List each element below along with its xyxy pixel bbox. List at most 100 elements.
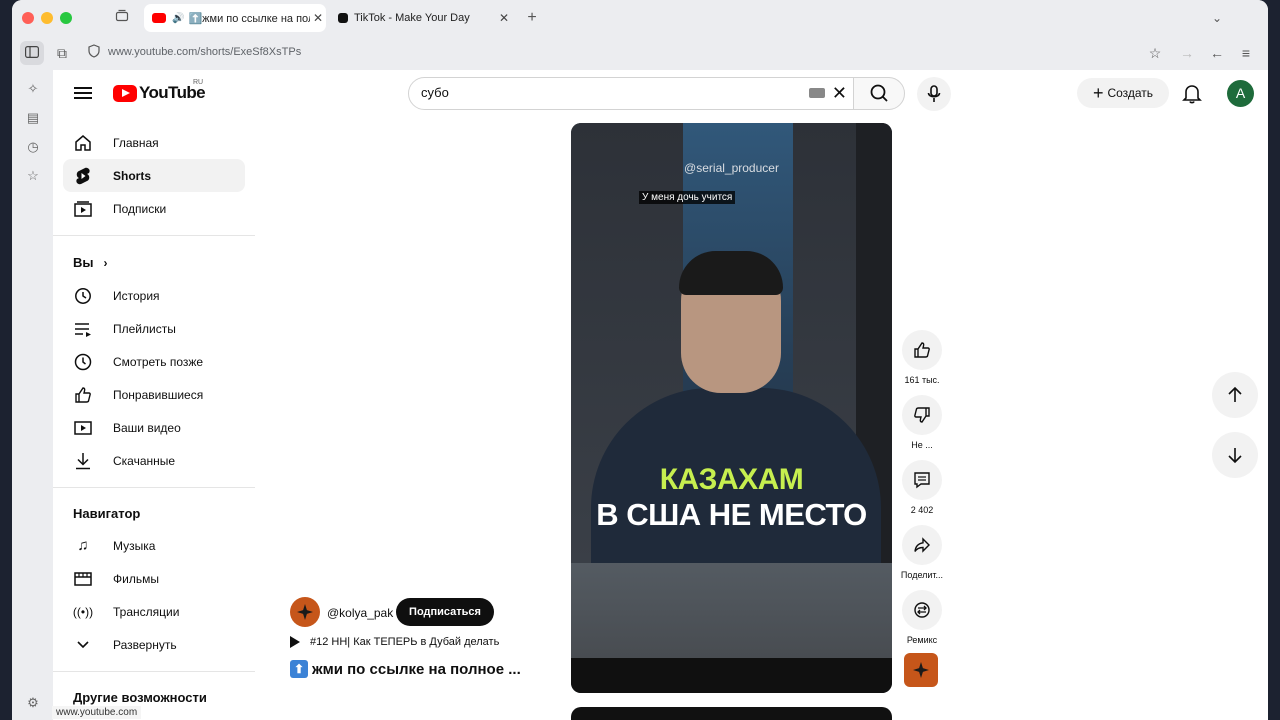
playlist-title: #12 НН| Как ТЕПЕРЬ в Дубай делать <box>310 636 500 648</box>
video-subtitle: У меня дочь учится <box>639 191 736 204</box>
tab-bar: 🔊 ⬆️жми по ссылке на полное ... ✕ TikTok… <box>12 0 1268 36</box>
ai-sparkle-icon[interactable]: ✧ <box>24 80 42 98</box>
extensions-icon[interactable]: ⧉ <box>50 41 74 65</box>
live-icon: ((•)) <box>72 604 94 619</box>
up-arrow-emoji-icon: ⬆ <box>290 660 308 678</box>
address-bar-row: ⧉ www.youtube.com/shorts/ExeSf8XsTPs ☆ →… <box>12 36 1268 70</box>
history-icon[interactable]: ◷ <box>24 138 42 156</box>
close-tab-icon[interactable]: ✕ <box>310 11 326 25</box>
search-button[interactable] <box>853 77 905 110</box>
sidebar-item-live[interactable]: ((•)) Трансляции <box>63 595 245 628</box>
comment-count: 2 402 <box>910 505 934 515</box>
tab-list-chevron-icon[interactable]: ⌄ <box>1208 9 1226 27</box>
play-icon <box>290 636 300 648</box>
search-input[interactable] <box>421 85 781 100</box>
back-icon[interactable]: ← <box>1205 41 1229 65</box>
sidebar-item-home[interactable]: Главная <box>63 126 245 159</box>
search-box[interactable]: ✕ <box>408 77 854 110</box>
divider <box>53 235 255 236</box>
playlists-icon <box>73 319 93 339</box>
youtube-play-icon <box>113 84 137 102</box>
channel-avatar[interactable] <box>290 597 320 627</box>
remix-icon[interactable] <box>902 590 942 630</box>
sidebar-item-label: Shorts <box>113 168 152 183</box>
youtube-page: YouTube RU ✕ + Создать A Главная <box>53 70 1268 720</box>
share-icon[interactable] <box>902 525 942 565</box>
voice-search-button[interactable] <box>917 77 951 111</box>
forward-icon[interactable]: → <box>1175 41 1199 65</box>
sidebar-item-label: Трансляции <box>113 604 180 619</box>
tab-youtube[interactable]: 🔊 ⬆️жми по ссылке на полное ... ✕ <box>144 4 326 32</box>
previous-short-button[interactable] <box>1212 372 1258 418</box>
notifications-bell-icon[interactable] <box>1181 82 1203 104</box>
sidebar-item-label: Музыка <box>113 538 156 553</box>
hamburger-menu-icon[interactable] <box>73 84 93 104</box>
country-code: RU <box>193 79 204 86</box>
like-action[interactable]: 161 тыс. <box>899 330 945 385</box>
channel-logo-icon <box>913 662 929 678</box>
sidebar-item-watch-later[interactable]: Смотреть позже <box>63 345 245 378</box>
tab-tiktok[interactable]: TikTok - Make Your Day ✕ <box>330 4 512 32</box>
video-caption-line2: В США НЕ МЕСТО <box>596 497 867 532</box>
you-section-header[interactable]: Вы › <box>63 246 245 279</box>
channel-avatar-side[interactable] <box>904 653 938 687</box>
minimize-window-button[interactable] <box>41 12 53 24</box>
tab-overview-icon[interactable] <box>113 9 131 27</box>
share-label: Поделит... <box>900 570 944 580</box>
new-tab-icon[interactable]: + <box>523 9 541 27</box>
create-button[interactable]: + Создать <box>1077 78 1169 108</box>
remix-action[interactable]: Ремикс <box>899 590 945 645</box>
site-info-shield-icon[interactable] <box>82 41 106 65</box>
reading-list-icon[interactable]: ▤ <box>24 109 42 127</box>
home-icon <box>73 133 93 153</box>
share-action[interactable]: Поделит... <box>899 525 945 580</box>
comments-action[interactable]: 2 402 <box>899 460 945 515</box>
bookmark-star-icon[interactable]: ☆ <box>1143 41 1167 65</box>
close-window-button[interactable] <box>22 12 34 24</box>
remix-label: Ремикс <box>906 635 938 645</box>
download-icon <box>73 451 93 471</box>
next-short-preview[interactable] <box>571 707 892 720</box>
dislike-action[interactable]: Не ... <box>899 395 945 450</box>
sidebar-item-label: Главная <box>113 135 159 150</box>
sidebar-item-playlists[interactable]: Плейлисты <box>63 312 245 345</box>
sidebar-item-music[interactable]: ♫ Музыка <box>63 529 245 562</box>
sidebar-item-liked[interactable]: Понравившиеся <box>63 378 245 411</box>
subscribe-button[interactable]: Подписаться <box>396 598 494 626</box>
sidebar-item-shorts[interactable]: Shorts <box>63 159 245 192</box>
favorites-icon[interactable]: ☆ <box>24 167 42 185</box>
maximize-window-button[interactable] <box>60 12 72 24</box>
shorts-video-player[interactable]: @serial_producer У меня дочь учится КАЗА… <box>571 123 892 693</box>
sidebar-toggle-icon[interactable] <box>20 41 44 65</box>
menu-icon[interactable]: ≡ <box>1234 41 1258 65</box>
sidebar-item-your-videos[interactable]: Ваши видео <box>63 411 245 444</box>
navigator-header: Навигатор <box>73 506 141 521</box>
arrow-up-icon <box>1228 386 1242 402</box>
next-short-button[interactable] <box>1212 432 1258 478</box>
url-field[interactable]: www.youtube.com/shorts/ExeSf8XsTPs <box>108 46 301 58</box>
youtube-logo[interactable]: YouTube RU <box>113 79 206 103</box>
like-icon[interactable] <box>902 330 942 370</box>
sidebar-item-subscriptions[interactable]: Подписки <box>63 192 245 225</box>
close-tab-icon[interactable]: ✕ <box>496 11 512 25</box>
video-caption-line1: КАЗАХАМ <box>659 463 804 496</box>
microphone-icon <box>927 85 941 102</box>
sidebar-item-movies[interactable]: Фильмы <box>63 562 245 595</box>
channel-name[interactable]: @kolya_pak <box>327 606 393 620</box>
keyboard-icon[interactable] <box>809 88 825 98</box>
plus-icon: + <box>1092 82 1104 103</box>
tiktok-favicon-icon <box>338 13 348 23</box>
clear-search-icon[interactable]: ✕ <box>832 83 847 104</box>
comment-icon[interactable] <box>902 460 942 500</box>
speaker-icon[interactable]: 🔊 <box>172 13 184 24</box>
short-title[interactable]: ⬆ жми по ссылке на полное ... <box>290 660 521 678</box>
dislike-icon[interactable] <box>902 395 942 435</box>
sidebar-item-history[interactable]: История <box>63 279 245 312</box>
sidebar-item-expand[interactable]: Развернуть <box>63 628 245 661</box>
youtube-favicon-icon <box>152 13 166 23</box>
sidebar-item-downloads[interactable]: Скачанные <box>63 444 245 477</box>
playlist-link[interactable]: #12 НН| Как ТЕПЕРЬ в Дубай делать <box>290 636 499 648</box>
search-icon <box>870 84 888 102</box>
account-avatar[interactable]: A <box>1227 80 1254 107</box>
settings-gear-icon[interactable]: ⚙ <box>24 694 42 712</box>
